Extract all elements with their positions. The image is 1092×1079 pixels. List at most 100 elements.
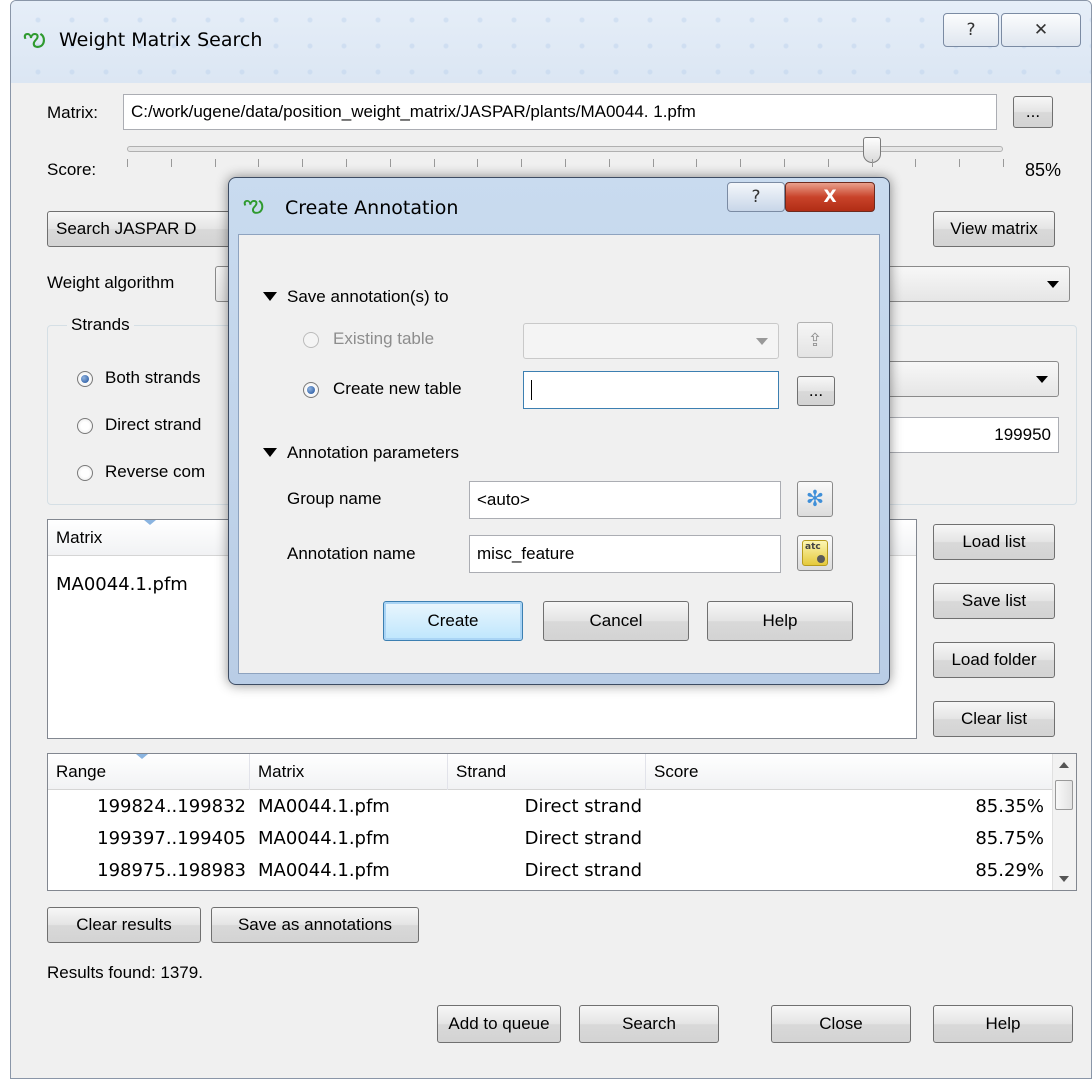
group-name-field[interactable]: <auto> — [469, 481, 781, 519]
open-file-icon: ⇪ — [807, 329, 823, 351]
direct-strand-radio[interactable] — [77, 418, 93, 434]
range-end-text: 199950 — [994, 425, 1051, 444]
title-bar[interactable]: ఌ Weight Matrix Search ? ✕ — [11, 1, 1091, 83]
dialog-help-button[interactable]: ? — [727, 182, 785, 212]
score-label: Score: — [47, 160, 97, 179]
save-list-button[interactable]: Save list — [933, 583, 1055, 619]
both-strands-radio[interactable] — [77, 371, 93, 387]
slider-tick — [433, 159, 435, 167]
scroll-thumb[interactable] — [1055, 780, 1073, 810]
dialog-close-button[interactable]: X — [785, 182, 875, 212]
reverse-complement-radio[interactable] — [77, 465, 93, 481]
matrix-browse-button[interactable]: ... — [1013, 96, 1053, 128]
slider-tick — [696, 159, 698, 167]
slider-tick — [740, 159, 742, 167]
close-icon: ✕ — [1033, 20, 1049, 40]
collapse-triangle-icon[interactable] — [263, 448, 277, 457]
new-table-path-field[interactable] — [523, 371, 779, 409]
view-matrix-button[interactable]: View matrix — [933, 211, 1055, 247]
table-cell-range: 199397..199405 — [97, 828, 246, 849]
group-name-text: <auto> — [477, 490, 530, 509]
both-strands-label: Both strands — [105, 368, 201, 387]
table-row[interactable]: 199824..199832 MA0044.1.pfm Direct strand 8… — [48, 794, 1052, 824]
table-cell-strand: Direct strand — [524, 796, 642, 817]
load-list-button[interactable]: Load list — [933, 524, 1055, 560]
table-row[interactable]: 199397..199405 MA0044.1.pfm Direct strand 8… — [48, 826, 1052, 856]
slider-tick — [521, 159, 523, 167]
auto-name-icon: atc — [802, 540, 828, 566]
table-cell-score: 85.29% — [975, 860, 1044, 881]
table-cell-score: 85.35% — [975, 796, 1044, 817]
clear-list-button[interactable]: Clear list — [933, 701, 1055, 737]
strand-column-header[interactable]: Strand — [448, 754, 646, 790]
create-new-table-radio[interactable] — [303, 382, 319, 398]
group-name-label: Group name — [287, 489, 382, 508]
annotation-name-field[interactable]: misc_feature — [469, 535, 781, 573]
window-close-button[interactable]: ✕ — [1001, 13, 1081, 47]
collapse-triangle-icon[interactable] — [263, 292, 277, 301]
slider-tick — [959, 159, 961, 167]
results-scrollbar[interactable] — [1052, 754, 1076, 890]
help-button[interactable]: Help — [933, 1005, 1073, 1043]
search-button[interactable]: Search — [579, 1005, 719, 1043]
slider-tick — [871, 159, 873, 167]
existing-table-combo[interactable] — [523, 323, 779, 359]
matrix-path-text: C:/work/ugene/data/position_weight_matri… — [131, 102, 696, 121]
table-row[interactable]: 198975..198983 MA0044.1.pfm Direct strand 8… — [48, 858, 1052, 888]
matrix-path-field[interactable]: C:/work/ugene/data/position_weight_matri… — [123, 94, 997, 130]
create-button[interactable]: Create — [383, 601, 523, 641]
create-new-table-label: Create new table — [333, 379, 462, 398]
slider-tick — [477, 159, 479, 167]
slider-tick — [389, 159, 391, 167]
slider-tick — [302, 159, 304, 167]
slider-tick — [127, 159, 128, 167]
slider-tick — [170, 159, 172, 167]
results-table[interactable]: Range Matrix Strand Score 199824..199832… — [47, 753, 1077, 891]
clear-results-button[interactable]: Clear results — [47, 907, 201, 943]
help-icon: ? — [751, 187, 761, 207]
range-end-field[interactable]: 199950 — [879, 417, 1059, 453]
cancel-button[interactable]: Cancel — [543, 601, 689, 641]
table-cell-strand: Direct strand — [524, 828, 642, 849]
existing-table-browse-button[interactable]: ⇪ — [797, 322, 833, 358]
slider-tick — [827, 159, 829, 167]
auto-annotation-name-button[interactable]: atc — [797, 535, 833, 571]
region-combo[interactable] — [879, 361, 1059, 397]
range-column-header[interactable]: Range — [48, 754, 250, 790]
slider-tick — [565, 159, 566, 167]
existing-table-radio[interactable] — [303, 332, 319, 348]
slider-tick — [915, 159, 917, 167]
table-cell-matrix: MA0044.1.pfm — [258, 860, 390, 881]
matrix-label: Matrix: — [47, 103, 98, 122]
slider-tick — [1003, 159, 1004, 167]
weight-algorithm-label: Weight algorithm — [47, 273, 175, 292]
strands-group-title: Strands — [67, 315, 134, 335]
group-name-select-button[interactable]: ✻ — [797, 481, 833, 517]
new-table-browse-button[interactable]: ... — [797, 376, 835, 406]
text-cursor — [531, 380, 532, 400]
annotation-name-label: Annotation name — [287, 544, 416, 563]
chevron-down-icon — [1036, 376, 1048, 383]
slider-tick — [608, 159, 610, 167]
save-section-title[interactable]: Save annotation(s) to — [287, 287, 449, 307]
slider-tick — [652, 159, 654, 167]
add-to-queue-button[interactable]: Add to queue — [437, 1005, 561, 1043]
matrix-column-header[interactable]: Matrix — [250, 754, 448, 790]
snowflake-icon: ✻ — [805, 486, 825, 512]
save-as-annotations-button[interactable]: Save as annotations — [211, 907, 419, 943]
slider-tick — [258, 159, 260, 167]
close-button[interactable]: Close — [771, 1005, 911, 1043]
table-cell-range: 198975..198983 — [97, 860, 246, 881]
load-folder-button[interactable]: Load folder — [933, 642, 1055, 678]
context-help-button[interactable]: ? — [943, 13, 999, 47]
scroll-down-icon[interactable] — [1059, 876, 1069, 882]
matrix-list-item[interactable]: MA0044.1.pfm — [56, 574, 188, 595]
results-found-text: Results found: 1379. — [47, 963, 203, 982]
slider-tick — [214, 159, 216, 167]
score-column-header[interactable]: Score — [646, 754, 1046, 790]
ugene-logo-icon: ఌ — [243, 190, 265, 218]
dialog-help-action-button[interactable]: Help — [707, 601, 853, 641]
scroll-up-icon[interactable] — [1059, 762, 1069, 768]
params-section-title[interactable]: Annotation parameters — [287, 443, 459, 463]
auto-name-icon-text: atc — [805, 542, 821, 552]
